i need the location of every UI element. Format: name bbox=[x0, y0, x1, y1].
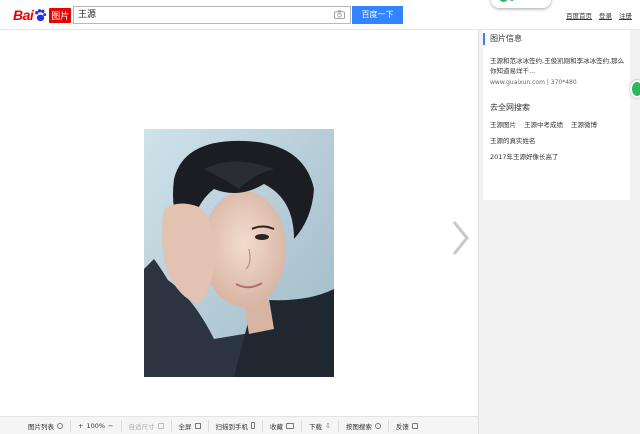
paw-icon bbox=[35, 8, 47, 21]
web-search-card: 去全网搜索 王源图片 王源中考成绩 王源微博 王源的真实姓名 2017年王源好像… bbox=[483, 96, 630, 200]
logo-tag: 图片 bbox=[49, 7, 72, 23]
fit-size-label: 自适尺寸 bbox=[128, 422, 155, 431]
favorite-label: 收藏 bbox=[270, 422, 283, 431]
zoom-control: + 100% − bbox=[71, 419, 122, 432]
search-value: 王源 bbox=[78, 10, 97, 20]
feedback-label: 反馈 bbox=[395, 422, 409, 431]
bottom-toolbar: 图片列表 + 100% − 自适尺寸 全屏 扫描到手机 收藏 下载 ⇩ 按图搜索… bbox=[0, 416, 478, 434]
link-register[interactable]: 注册 bbox=[619, 10, 632, 20]
fit-icon bbox=[157, 422, 164, 429]
related-link[interactable]: 王源中考成绩 bbox=[524, 119, 563, 131]
scan-to-phone-button[interactable]: 扫描到手机 bbox=[209, 419, 263, 432]
magnifier-icon bbox=[374, 422, 381, 429]
image-search-button[interactable]: 按图搜索 bbox=[339, 419, 389, 432]
scan-to-phone-label: 扫描到手机 bbox=[215, 422, 249, 431]
favorite-button[interactable]: 收藏 bbox=[263, 419, 302, 432]
related-link[interactable]: 王源图片 bbox=[490, 119, 516, 131]
zoom-out-button[interactable]: − bbox=[108, 422, 113, 430]
image-source[interactable]: www.guaixun.com bbox=[490, 79, 545, 86]
fullscreen-icon bbox=[194, 422, 201, 429]
floating-widget[interactable] bbox=[491, 0, 551, 8]
main-photo[interactable] bbox=[144, 129, 334, 377]
logo-text: Bai bbox=[13, 7, 34, 23]
status-bar-icon bbox=[510, 0, 514, 1]
search-button[interactable]: 百度一下 bbox=[352, 6, 403, 24]
folder-icon bbox=[286, 422, 294, 429]
side-panel: 图片信息 王源和范冰冰签约,王俊凯刚和李冰冰签约,那么你知道易烊千... www… bbox=[478, 30, 640, 434]
image-viewer bbox=[0, 30, 478, 416]
link-login[interactable]: 登录 bbox=[599, 10, 612, 20]
baidu-logo[interactable]: Bai 图片 bbox=[13, 5, 72, 25]
download-button[interactable]: 下载 ⇩ bbox=[302, 419, 339, 432]
image-info-text[interactable]: 王源和范冰冰签约,王俊凯刚和李冰冰签约,那么你知道易烊千... bbox=[483, 48, 630, 76]
download-label: 下载 bbox=[309, 422, 322, 431]
feedback-icon bbox=[411, 422, 418, 429]
image-list-label: 图片列表 bbox=[28, 422, 54, 431]
image-size: 370*480 bbox=[550, 79, 577, 86]
related-row: 王源图片 王源中考成绩 王源微博 bbox=[483, 119, 630, 131]
search-input[interactable]: 王源 bbox=[73, 6, 351, 24]
image-info-title: 图片信息 bbox=[483, 30, 630, 48]
related-row: 2017年王源好像长高了 bbox=[483, 151, 630, 163]
related-row: 王源的真实姓名 bbox=[483, 135, 630, 147]
next-arrow-icon[interactable] bbox=[450, 220, 470, 256]
feedback-button[interactable]: 反馈 bbox=[389, 420, 425, 432]
image-info-meta: www.guaixun.com | 370*480 bbox=[483, 76, 630, 86]
related-link[interactable]: 王源微博 bbox=[571, 119, 597, 131]
related-link[interactable]: 2017年王源好像长高了 bbox=[490, 151, 559, 163]
related-link[interactable]: 王源的真实姓名 bbox=[490, 135, 536, 147]
status-dot-icon bbox=[499, 0, 508, 2]
fullscreen-label: 全屏 bbox=[178, 422, 192, 431]
fit-size-button[interactable]: 自适尺寸 bbox=[122, 419, 172, 432]
zoom-level: 100% bbox=[86, 421, 106, 430]
top-bar: Bai 图片 王源 百度一下 百度首页 登录 注册 bbox=[0, 0, 640, 30]
web-search-title[interactable]: 去全网搜索 bbox=[483, 96, 630, 114]
image-search-label: 按图搜索 bbox=[345, 422, 372, 431]
clock-icon bbox=[57, 422, 63, 429]
zoom-in-button[interactable]: + bbox=[78, 422, 83, 430]
top-links: 百度首页 登录 注册 bbox=[566, 10, 632, 20]
fullscreen-button[interactable]: 全屏 bbox=[172, 419, 209, 432]
phone-icon bbox=[251, 422, 255, 429]
side-float-button[interactable] bbox=[630, 80, 640, 98]
link-home[interactable]: 百度首页 bbox=[566, 10, 592, 20]
image-list-button[interactable]: 图片列表 bbox=[0, 419, 71, 432]
camera-icon[interactable] bbox=[334, 10, 345, 19]
download-icon: ⇩ bbox=[325, 421, 331, 430]
